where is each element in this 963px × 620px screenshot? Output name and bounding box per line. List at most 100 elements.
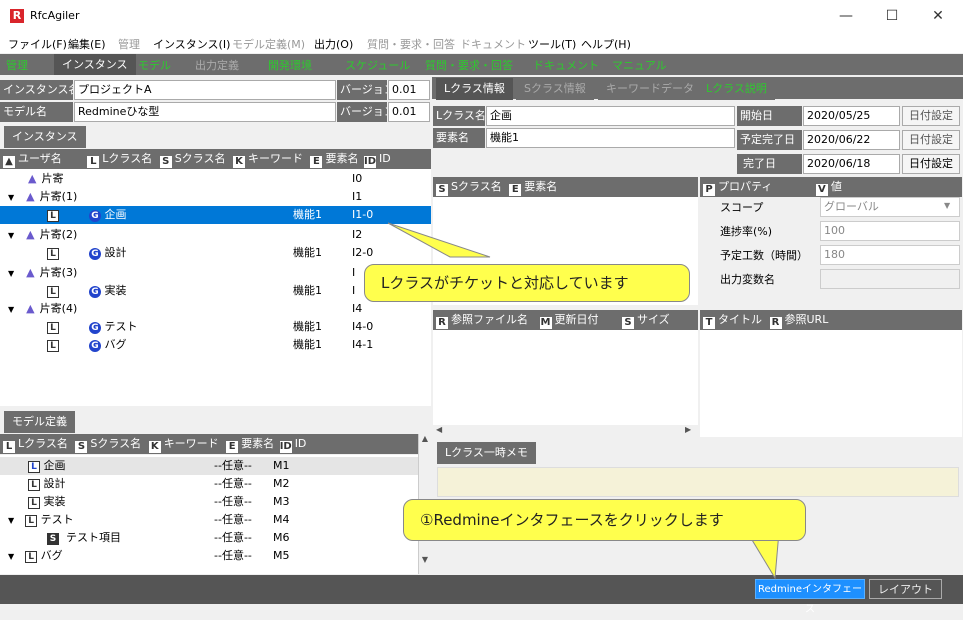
- toolbar-manual[interactable]: マニュアル: [612, 57, 667, 73]
- lclass-icon: L: [47, 340, 59, 352]
- start-date-label: 開始日: [737, 106, 802, 126]
- instance-version-field[interactable]: 0.01: [388, 80, 430, 100]
- expand-icon[interactable]: ▼: [8, 193, 14, 202]
- model-name-label: モデル名: [0, 102, 73, 122]
- model-version-label: バージョン: [337, 102, 387, 122]
- tree-row-selected[interactable]: LG 企画 機能1 I1-0: [0, 206, 431, 224]
- model-row[interactable]: ▼ L バグ --任意-- M5: [0, 547, 418, 565]
- start-date-field[interactable]: 2020/05/25: [803, 106, 900, 126]
- window-title: RfcAgiler: [30, 9, 80, 22]
- lclass-icon: L: [47, 322, 59, 334]
- chevron-down-icon[interactable]: ▼: [944, 201, 950, 210]
- output-var-field[interactable]: [820, 269, 960, 289]
- model-row[interactable]: L 実装 --任意-- M3: [0, 493, 418, 511]
- done-date-field[interactable]: 2020/06/18: [803, 154, 900, 174]
- tab-keyword-data[interactable]: キーワードデータ: [598, 78, 702, 100]
- redmine-interface-button[interactable]: Redmineインタフェース: [755, 579, 865, 615]
- maximize-button[interactable]: ☐: [869, 0, 915, 33]
- menu-file[interactable]: ファイル(F): [8, 36, 67, 52]
- start-date-set-button[interactable]: 日付設定: [902, 106, 960, 126]
- tab-lclass-description[interactable]: Lクラス説明: [698, 78, 775, 100]
- element-name-field[interactable]: 機能1: [486, 128, 735, 148]
- progress-stepper[interactable]: 100: [820, 221, 960, 241]
- menu-output[interactable]: 出力(O): [314, 36, 353, 52]
- layout-button[interactable]: レイアウト: [869, 579, 942, 599]
- url-panel: [700, 330, 962, 437]
- lclass-name-label: Lクラス名: [433, 106, 485, 126]
- planned-date-label: 予定完了日: [737, 130, 802, 150]
- expand-icon[interactable]: ▼: [8, 231, 14, 240]
- sclass-header: S Sクラス名 E 要素名: [433, 177, 698, 197]
- menu-document[interactable]: ドキュメント: [460, 36, 526, 52]
- lclass-name-field[interactable]: 企画: [486, 106, 735, 126]
- minimize-button[interactable]: —: [823, 0, 869, 33]
- menu-help[interactable]: ヘルプ(H): [581, 36, 631, 52]
- tree-row[interactable]: LG 設計 機能1 I2-0: [0, 244, 431, 262]
- element-icon: E: [509, 184, 522, 196]
- g-icon: G: [89, 340, 101, 352]
- expand-icon[interactable]: ▼: [8, 305, 14, 314]
- toolbar-dev-env[interactable]: 開発環境: [268, 57, 312, 73]
- model-row[interactable]: ▼ L テスト --任意-- M4: [0, 511, 418, 529]
- toolbar-document[interactable]: ドキュメント: [533, 57, 599, 73]
- menu-edit[interactable]: 編集(E): [68, 36, 106, 52]
- tab-sclass-info[interactable]: Sクラス情報: [516, 78, 594, 100]
- menu-instance[interactable]: インスタンス(I): [153, 36, 230, 52]
- toolbar-qa[interactable]: 質問・要求・回答: [425, 57, 513, 73]
- model-version-field[interactable]: 0.01: [388, 102, 430, 122]
- person-icon: ▲: [28, 172, 37, 185]
- ticket-callout: Lクラスがチケットと対応しています: [364, 264, 690, 302]
- prop-output-var-label: 出力変数名: [720, 273, 775, 286]
- tab-lclass-memo[interactable]: Lクラス一時メモ: [437, 442, 536, 464]
- reference-scrollbar[interactable]: ◀ ▶: [433, 425, 698, 437]
- toolbar-model[interactable]: モデル: [138, 57, 171, 73]
- menu-manage[interactable]: 管理: [118, 36, 140, 52]
- planned-date-set-button[interactable]: 日付設定: [902, 130, 960, 150]
- planned-date-field[interactable]: 2020/06/22: [803, 130, 900, 150]
- tab-model-definition[interactable]: モデル定義: [4, 411, 75, 433]
- lclass-icon: L: [47, 210, 59, 222]
- tab-lclass-info[interactable]: Lクラス情報: [436, 78, 513, 100]
- tree-row[interactable]: ▲ 片寄 I0: [0, 170, 431, 188]
- expand-icon[interactable]: ▼: [8, 516, 14, 525]
- toolbar-instance[interactable]: インスタンス: [54, 54, 136, 75]
- g-icon: G: [89, 248, 101, 260]
- tree-row[interactable]: LG バグ 機能1 I4-1: [0, 336, 431, 354]
- tree-row[interactable]: ▼ ▲ 片寄(2) I2: [0, 226, 431, 244]
- menu-qa[interactable]: 質問・要求・回答: [367, 36, 455, 52]
- size-icon: S: [622, 317, 634, 329]
- tree-row[interactable]: LG テスト 機能1 I4-0: [0, 318, 431, 336]
- tree-row[interactable]: ▼ ▲ 片寄(1) I1: [0, 188, 431, 206]
- lclass-icon: L: [47, 248, 59, 260]
- tab-instance[interactable]: インスタンス: [4, 126, 86, 148]
- model-row[interactable]: L 企画 --任意-- M1: [0, 457, 418, 475]
- menu-model[interactable]: モデル定義(M): [232, 36, 305, 52]
- scope-select[interactable]: グローバル: [820, 197, 960, 217]
- id-icon: ID: [363, 156, 376, 168]
- instance-header: ▲ ユーザ名 L Lクラス名 S Sクラス名 K キーワード E 要素名 ID ID: [0, 149, 431, 169]
- model-row[interactable]: L 設計 --任意-- M2: [0, 475, 418, 493]
- expand-icon[interactable]: ▼: [8, 269, 14, 278]
- property-header: P プロパティ V値: [700, 177, 962, 197]
- memo-textarea[interactable]: [437, 467, 959, 497]
- toolbar-schedule[interactable]: スケジュール: [345, 57, 410, 73]
- close-button[interactable]: ✕: [915, 0, 961, 33]
- instance-name-field[interactable]: プロジェクトA: [74, 80, 336, 100]
- toolbar: 管理 インスタンス モデル 出力定義 開発環境 スケジュール 質問・要求・回答 …: [0, 54, 963, 75]
- toolbar-manage[interactable]: 管理: [6, 57, 28, 73]
- toolbar-output-def[interactable]: 出力定義: [195, 57, 239, 73]
- person-icon: ▲: [26, 302, 35, 315]
- effort-stepper[interactable]: 180: [820, 245, 960, 265]
- property-icon: P: [703, 184, 715, 196]
- scroll-left-icon[interactable]: ◀: [436, 425, 442, 434]
- scroll-right-icon[interactable]: ▶: [685, 425, 691, 434]
- lclass-icon: L: [47, 286, 59, 298]
- model-row[interactable]: S テスト項目 --任意-- M6: [0, 529, 418, 547]
- menu-tools[interactable]: ツール(T): [528, 36, 576, 52]
- done-date-set-button[interactable]: 日付設定: [902, 154, 960, 174]
- tree-row[interactable]: ▼ ▲ 片寄(4) I4: [0, 300, 431, 318]
- lclass-icon: L: [25, 551, 38, 563]
- sclass-icon: S: [75, 441, 88, 453]
- expand-icon[interactable]: ▼: [8, 552, 14, 561]
- model-name-field[interactable]: Redmineひな型: [74, 102, 336, 122]
